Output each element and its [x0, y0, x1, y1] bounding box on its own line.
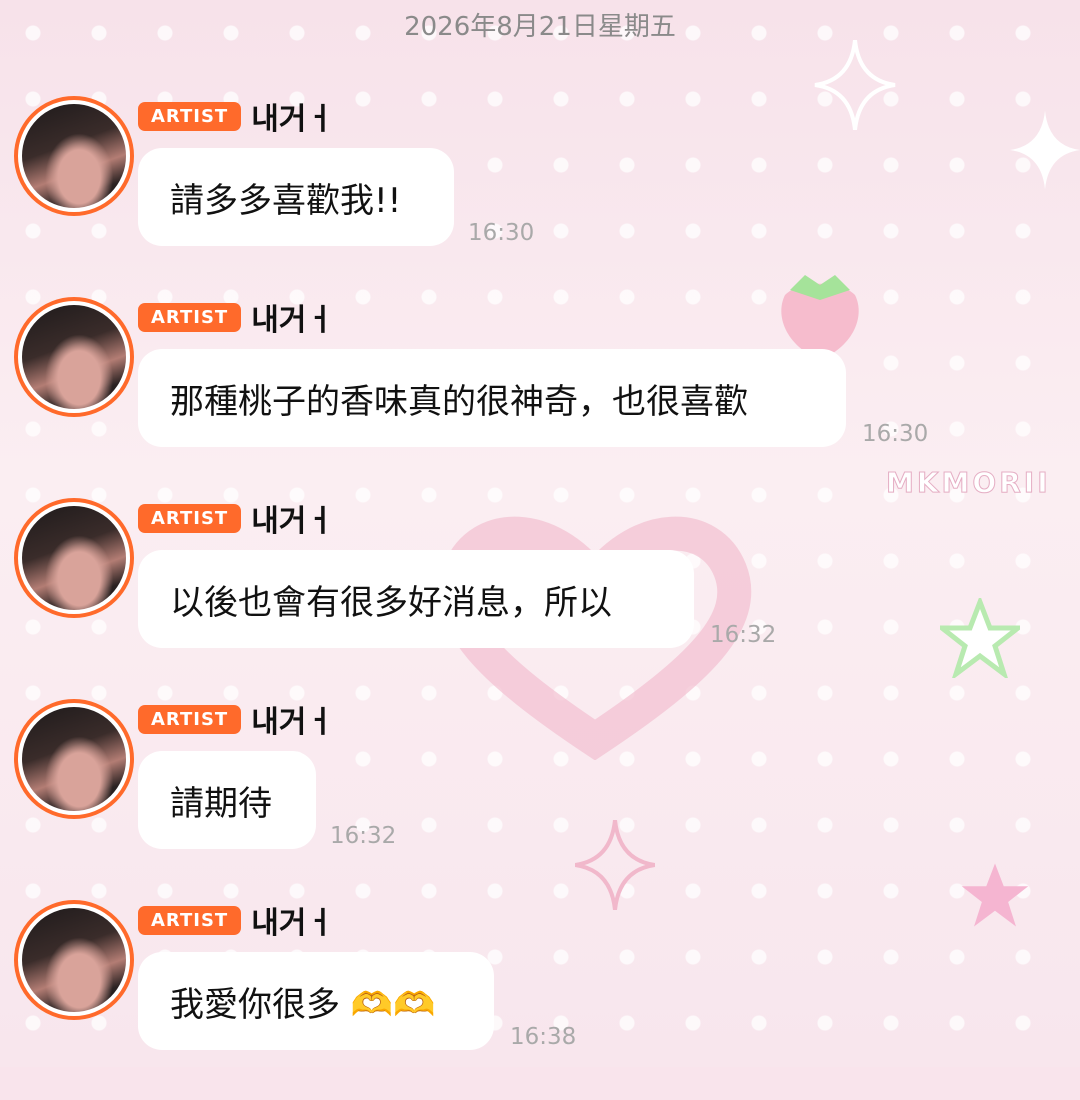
message-item: ARTIST 내거ㅓ 那種桃子的香味真的很神奇，也很喜歡 16:30 [0, 297, 1080, 497]
avatar[interactable] [14, 498, 134, 618]
sender-name[interactable]: 내거ㅓ [251, 94, 334, 138]
message-time: 16:30 [468, 220, 535, 246]
message-time: 16:32 [710, 622, 777, 648]
avatar[interactable] [14, 900, 134, 1020]
sender-name[interactable]: 내거ㅓ [251, 697, 334, 741]
message-bubble[interactable]: 請期待 [138, 751, 316, 849]
message-item: ARTIST 내거ㅓ 請期待 16:32 [0, 699, 1080, 899]
message-bubble[interactable]: 以後也會有很多好消息，所以 [138, 550, 694, 648]
avatar[interactable] [14, 96, 134, 216]
message-item: ARTIST 내거ㅓ 我愛你很多 🫶🫶 16:38 [0, 900, 1080, 1100]
message-item: ARTIST 내거ㅓ 以後也會有很多好消息，所以 16:32 [0, 498, 1080, 698]
message-time: 16:32 [330, 823, 397, 849]
message-time: 16:38 [510, 1024, 577, 1050]
message-item: ARTIST 내거ㅓ 請多多喜歡我!! 16:30 [0, 96, 1080, 296]
artist-badge: ARTIST [138, 905, 242, 935]
avatar[interactable] [14, 699, 134, 819]
artist-badge: ARTIST [138, 302, 242, 332]
message-bubble[interactable]: 請多多喜歡我!! [138, 148, 454, 246]
message-bubble[interactable]: 那種桃子的香味真的很神奇，也很喜歡 [138, 349, 846, 447]
sender-name[interactable]: 내거ㅓ [251, 898, 334, 942]
message-time: 16:30 [862, 421, 929, 447]
avatar[interactable] [14, 297, 134, 417]
sender-name[interactable]: 내거ㅓ [251, 496, 334, 540]
message-bubble[interactable]: 我愛你很多 🫶🫶 [138, 952, 494, 1050]
date-header: 2026年8月21日星期五 [404, 12, 676, 42]
artist-badge: ARTIST [138, 503, 242, 533]
sender-name[interactable]: 내거ㅓ [251, 295, 334, 339]
artist-badge: ARTIST [138, 704, 242, 734]
artist-badge: ARTIST [138, 101, 242, 131]
